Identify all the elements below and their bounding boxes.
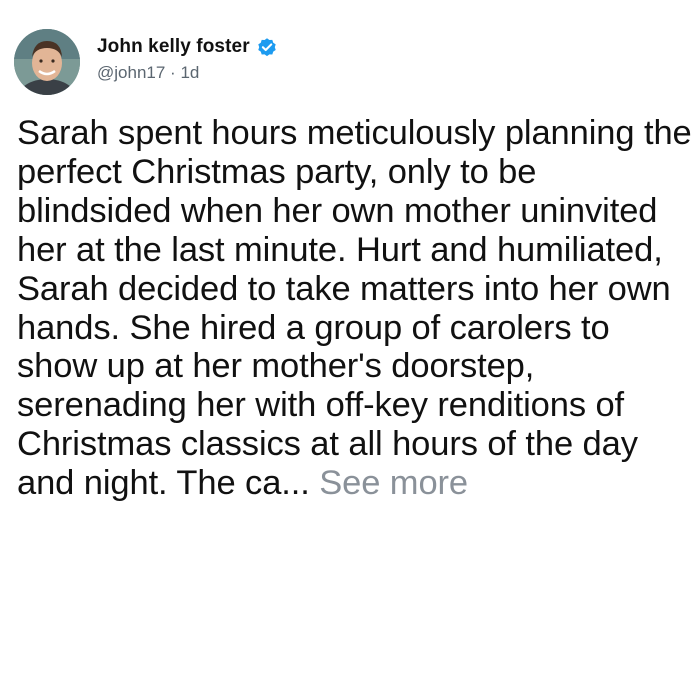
tweet-card: John kelly foster @john17 · 1d Sarah spe… bbox=[0, 0, 700, 700]
author-handle[interactable]: @john17 bbox=[97, 63, 165, 82]
profile-photo-icon bbox=[14, 29, 80, 95]
meta-separator: · bbox=[170, 63, 181, 82]
see-more-link[interactable]: See more bbox=[319, 464, 468, 502]
author-name-row: John kelly foster bbox=[97, 34, 278, 60]
author-meta-row: @john17 · 1d bbox=[97, 63, 199, 83]
verified-badge-icon bbox=[256, 36, 278, 58]
tweet-body-text: Sarah spent hours meticulously planning … bbox=[17, 114, 692, 503]
author-avatar[interactable] bbox=[14, 29, 80, 95]
author-display-name[interactable]: John kelly foster bbox=[97, 36, 250, 58]
tweet-body: Sarah spent hours meticulously planning … bbox=[17, 114, 697, 503]
tweet-age[interactable]: 1d bbox=[180, 63, 199, 82]
